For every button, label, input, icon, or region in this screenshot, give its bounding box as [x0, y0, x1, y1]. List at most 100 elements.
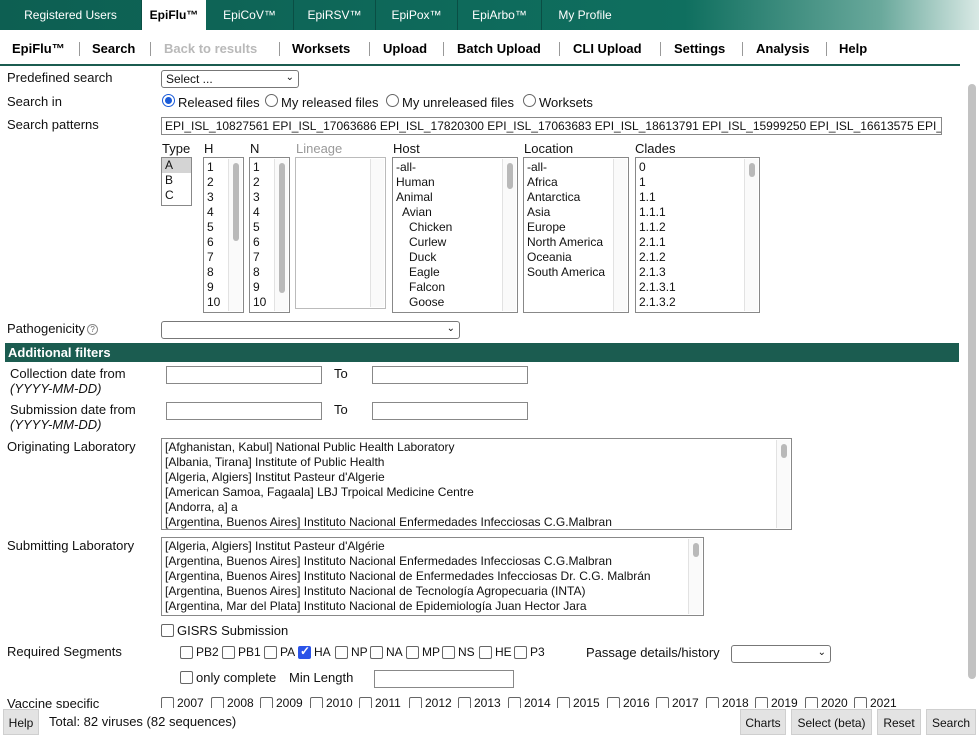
scrollbar[interactable]: [744, 159, 758, 311]
list-item[interactable]: B: [162, 173, 191, 188]
nav-cli-upload[interactable]: CLI Upload: [573, 41, 642, 56]
list-item[interactable]: [Argentina, Buenos Aires] Instituto Naci…: [162, 554, 703, 569]
h-listbox[interactable]: 1 2 3 4 5 6 7 8 9 10: [203, 157, 244, 313]
list-item[interactable]: [Afghanistan, Kabul] National Public Hea…: [162, 440, 791, 455]
list-item[interactable]: [Algeria, Algiers] Institut Pasteur d'Al…: [162, 470, 791, 485]
tab-epirsv[interactable]: EpiRSV™: [294, 0, 376, 30]
list-item[interactable]: [Andorra, a] a: [162, 500, 791, 515]
vaccine-year-checkbox[interactable]: [854, 697, 867, 708]
nav-worksets[interactable]: Worksets: [292, 41, 350, 56]
gisrs-checkbox[interactable]: [161, 624, 174, 637]
list-item[interactable]: [Argentina, Mar del Plata] Instituto Nac…: [162, 599, 703, 614]
submission-date-from-input[interactable]: [166, 402, 322, 420]
list-item[interactable]: 1.1: [636, 190, 759, 205]
list-item[interactable]: 1: [636, 175, 759, 190]
list-item[interactable]: [Argentina, Buenos Aires] Instituto Naci…: [162, 515, 791, 529]
scrollbar[interactable]: [688, 539, 702, 614]
pathogenicity-select[interactable]: ⌄: [161, 321, 460, 339]
segment-pa-checkbox[interactable]: [264, 646, 277, 659]
nav-search[interactable]: Search: [92, 41, 135, 56]
segment-mp-checkbox[interactable]: [406, 646, 419, 659]
only-complete-checkbox[interactable]: [180, 671, 193, 684]
list-item[interactable]: 1.1.2: [636, 220, 759, 235]
list-item[interactable]: 2.1.1: [636, 235, 759, 250]
segment-he-checkbox[interactable]: [479, 646, 492, 659]
clades-listbox[interactable]: 0 1 1.1 1.1.1 1.1.2 2.1.1 2.1.2 2.1.3 2.…: [635, 157, 760, 313]
list-item[interactable]: 2.1.3.2: [636, 295, 759, 310]
radio-my-unreleased-files[interactable]: [386, 94, 399, 107]
nav-analysis[interactable]: Analysis: [756, 41, 809, 56]
segment-pb2-checkbox[interactable]: [180, 646, 193, 659]
segment-na-checkbox[interactable]: [370, 646, 383, 659]
page-scrollbar-thumb[interactable]: [968, 84, 976, 679]
list-item[interactable]: Animal: [393, 190, 517, 205]
radio-worksets[interactable]: [523, 94, 536, 107]
list-item[interactable]: Duck: [393, 250, 517, 265]
list-item[interactable]: Chicken: [393, 220, 517, 235]
vaccine-year-checkbox[interactable]: [409, 697, 422, 708]
radio-my-released-files[interactable]: [265, 94, 278, 107]
list-item[interactable]: [Argentina, Buenos Aires] Instituto Naci…: [162, 569, 703, 584]
help-icon[interactable]: ?: [87, 324, 99, 335]
nav-settings[interactable]: Settings: [674, 41, 725, 56]
tab-epiarbo[interactable]: EpiArbo™: [458, 0, 542, 30]
predefined-search-select[interactable]: Select ... ⌄: [161, 70, 299, 88]
select-beta-button[interactable]: Select (beta): [791, 709, 872, 735]
list-item[interactable]: 2.1.3.1: [636, 280, 759, 295]
originating-lab-listbox[interactable]: [Afghanistan, Kabul] National Public Hea…: [161, 438, 792, 530]
reset-button[interactable]: Reset: [877, 709, 921, 735]
list-item[interactable]: A: [162, 158, 191, 173]
scrollbar[interactable]: [776, 440, 790, 528]
vaccine-year-checkbox[interactable]: [607, 697, 620, 708]
list-item[interactable]: Curlew: [393, 235, 517, 250]
location-listbox[interactable]: -all- Africa Antarctica Asia Europe Nort…: [523, 157, 629, 313]
list-item[interactable]: [Algeria, Algiers] Institut Pasteur d'Al…: [162, 539, 703, 554]
vaccine-year-checkbox[interactable]: [211, 697, 224, 708]
host-listbox[interactable]: -all- Human Animal Avian Chicken Curlew …: [392, 157, 518, 313]
submitting-lab-listbox[interactable]: [Algeria, Algiers] Institut Pasteur d'Al…: [161, 537, 704, 616]
min-length-input[interactable]: [374, 670, 514, 688]
vaccine-year-checkbox[interactable]: [656, 697, 669, 708]
list-item[interactable]: 2.1.2: [636, 250, 759, 265]
vaccine-year-checkbox[interactable]: [755, 697, 768, 708]
nav-help[interactable]: Help: [839, 41, 867, 56]
list-item[interactable]: 2.1.3: [636, 265, 759, 280]
type-listbox[interactable]: A B C: [161, 157, 192, 206]
list-item[interactable]: 1.1.1: [636, 205, 759, 220]
radio-released-files[interactable]: [162, 94, 175, 107]
vaccine-year-checkbox[interactable]: [260, 697, 273, 708]
list-item[interactable]: Falcon: [393, 280, 517, 295]
vaccine-year-checkbox[interactable]: [310, 697, 323, 708]
segment-np-checkbox[interactable]: [335, 646, 348, 659]
scrollbar-thumb[interactable]: [781, 444, 787, 458]
vaccine-year-checkbox[interactable]: [359, 697, 372, 708]
scrollbar-thumb[interactable]: [749, 163, 755, 177]
nav-epiflu[interactable]: EpiFlu™: [12, 41, 65, 56]
scrollbar-thumb[interactable]: [693, 543, 699, 557]
vaccine-year-checkbox[interactable]: [508, 697, 521, 708]
list-item[interactable]: [Albania, Tirana] Institute of Public He…: [162, 455, 791, 470]
segment-ha-checkbox[interactable]: [298, 644, 311, 659]
scrollbar[interactable]: [502, 159, 516, 311]
scrollbar-thumb[interactable]: [279, 163, 285, 293]
scrollbar-thumb[interactable]: [507, 163, 513, 189]
tab-my-profile[interactable]: My Profile: [542, 0, 628, 30]
charts-button[interactable]: Charts: [740, 709, 786, 735]
tab-epipox[interactable]: EpiPox™: [376, 0, 458, 30]
vaccine-year-checkbox[interactable]: [805, 697, 818, 708]
vaccine-year-checkbox[interactable]: [557, 697, 570, 708]
segment-ns-checkbox[interactable]: [442, 646, 455, 659]
search-button[interactable]: Search: [926, 709, 976, 735]
tab-registered-users[interactable]: Registered Users: [0, 0, 142, 30]
nav-batch-upload[interactable]: Batch Upload: [457, 41, 541, 56]
passage-select[interactable]: ⌄: [731, 645, 831, 663]
list-item[interactable]: Human: [393, 175, 517, 190]
list-item[interactable]: 0: [636, 160, 759, 175]
vaccine-year-checkbox[interactable]: [161, 697, 174, 708]
scrollbar[interactable]: [228, 159, 242, 311]
tab-epiflu[interactable]: EpiFlu™: [142, 0, 206, 30]
list-item[interactable]: C: [162, 188, 191, 203]
list-item[interactable]: Eagle: [393, 265, 517, 280]
list-item[interactable]: [Argentina, Buenos Aires] Instituto Naci…: [162, 584, 703, 599]
tab-epicov[interactable]: EpiCoV™: [206, 0, 294, 30]
